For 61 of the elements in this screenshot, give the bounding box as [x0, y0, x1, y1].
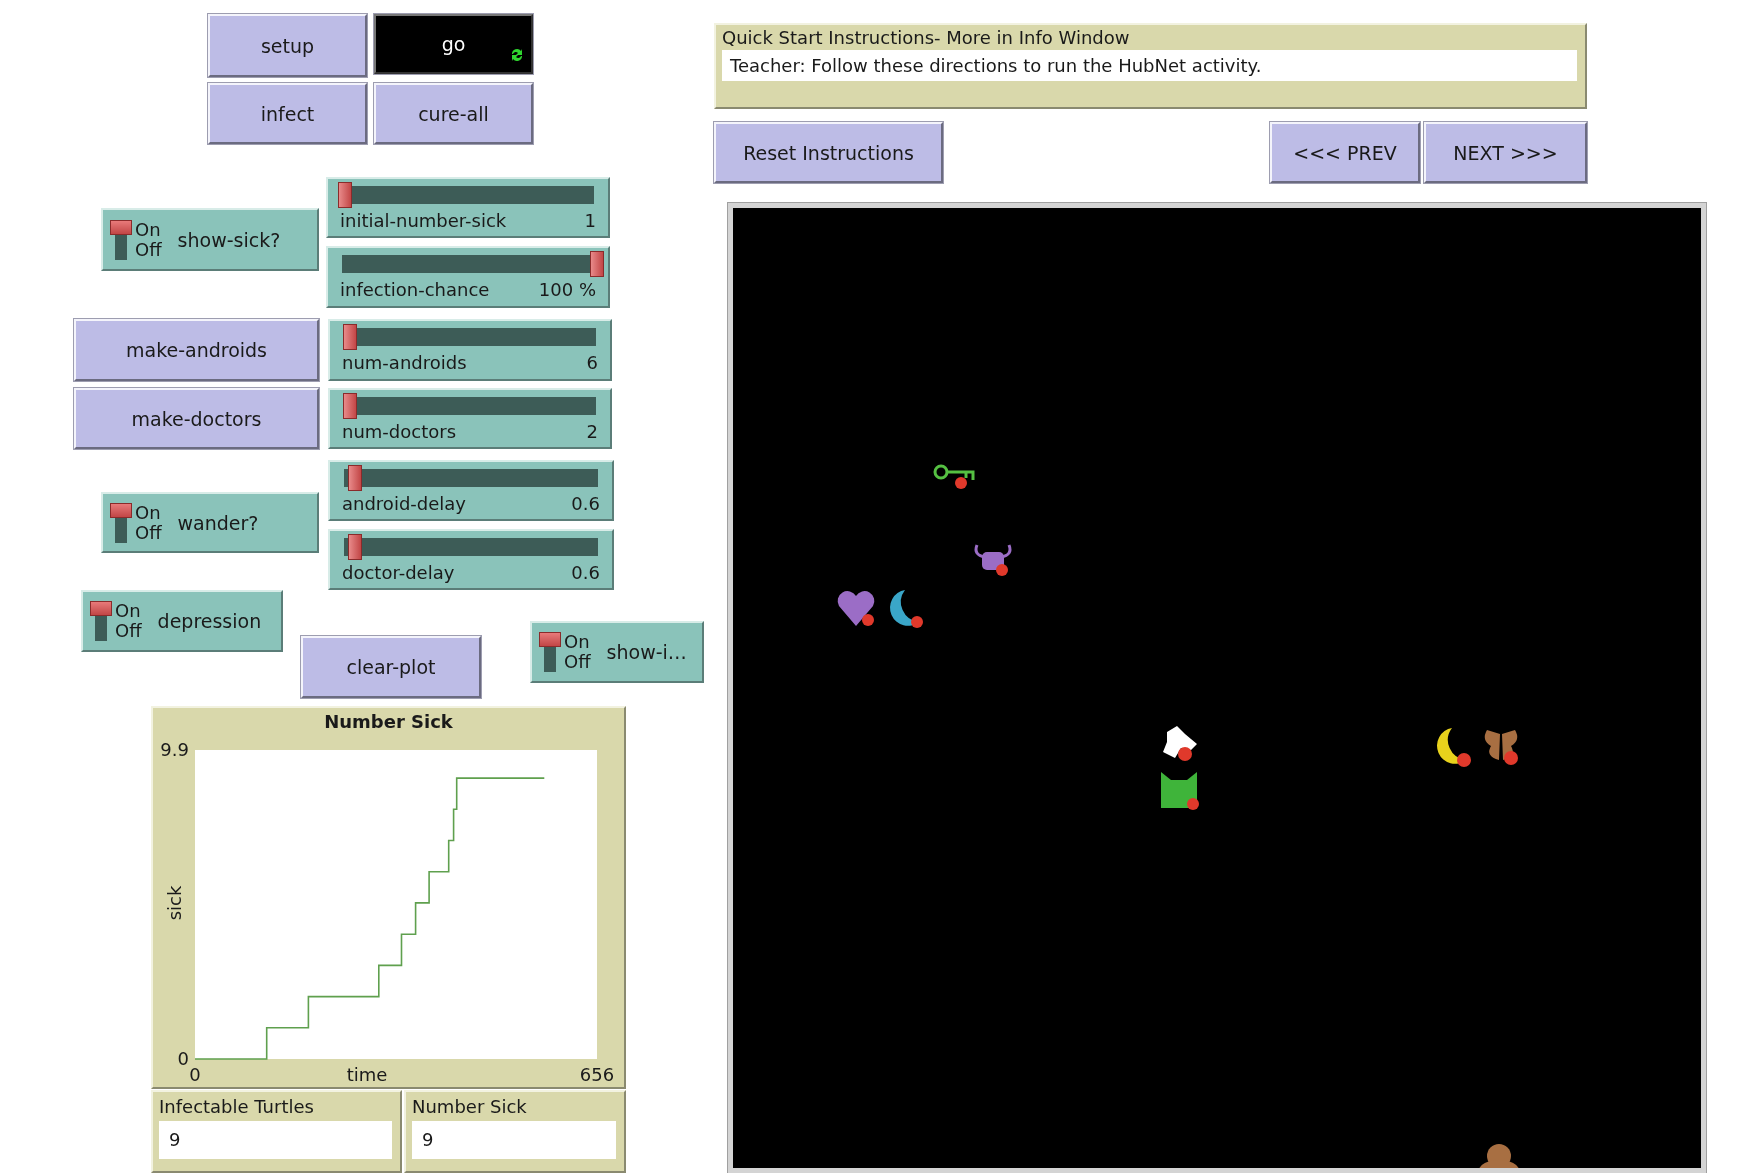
command-button[interactable]: setup — [208, 14, 367, 77]
monitor-value: 9 — [412, 1121, 616, 1159]
monitor-label: Infectable Turtles — [159, 1096, 315, 1117]
y-tick-label: 9.9 — [160, 739, 189, 760]
slider-thumb[interactable] — [338, 182, 352, 208]
slider-thumb[interactable] — [590, 251, 604, 277]
slider-label: infection-chance — [340, 279, 490, 300]
note-title: Quick Start Instructions- More in Info Window — [722, 27, 1131, 48]
slider-value: 0.6 — [571, 493, 600, 514]
slider-value: 1 — [584, 210, 596, 231]
loop-icon — [509, 46, 525, 64]
command-button[interactable]: make-androids — [74, 319, 319, 381]
slider-thumb[interactable] — [347, 534, 362, 560]
command-button[interactable]: infect — [208, 83, 367, 144]
switch-label: show-sick? — [177, 228, 281, 251]
cow-icon — [974, 543, 1012, 576]
slider-value: 0.6 — [571, 562, 600, 583]
command-button[interactable]: NEXT >>> — [1424, 122, 1587, 183]
slider-value: 6 — [586, 352, 598, 373]
slider-label: num-androids — [342, 352, 467, 373]
slider-label: doctor-delay — [342, 562, 455, 583]
slider-thumb[interactable] — [347, 465, 362, 491]
command-button[interactable]: make-doctors — [74, 388, 319, 449]
butterfly-icon — [1484, 730, 1518, 765]
slider-label: num-doctors — [342, 421, 457, 442]
off-label: Off — [564, 652, 591, 672]
switch-label: show-i… — [606, 641, 687, 663]
slider-value: 2 — [586, 421, 598, 442]
on-label: On — [115, 601, 142, 621]
on-label: On — [135, 502, 162, 523]
command-button[interactable]: cure-all — [374, 83, 533, 144]
note-text: Teacher: Follow these directions to run the HubNet activity. — [722, 50, 1577, 81]
switch-label: wander? — [177, 511, 259, 534]
slider-thumb[interactable] — [342, 324, 357, 350]
command-button[interactable]: <<< PREV — [1270, 122, 1420, 183]
crescent-moon-icon — [890, 590, 923, 628]
forever-button[interactable]: go — [374, 14, 533, 74]
y-axis-label: sick — [164, 885, 185, 921]
monitor-label: Number Sick — [412, 1096, 528, 1117]
off-label: Off — [135, 239, 162, 260]
x-tick-label: 656 — [579, 1064, 615, 1085]
slider-thumb[interactable] — [342, 393, 357, 419]
slider-label: initial-number-sick — [340, 210, 507, 231]
off-label: Off — [135, 522, 162, 543]
x-axis-label: time — [346, 1064, 388, 1085]
command-button[interactable]: Reset Instructions — [714, 122, 943, 183]
on-label: On — [135, 219, 162, 240]
plot-title: Number Sick — [323, 710, 454, 734]
key-icon — [933, 464, 975, 489]
monitor-value: 9 — [159, 1121, 392, 1159]
cat-icon — [1161, 772, 1199, 810]
off-label: Off — [115, 621, 142, 641]
slider-value: 100 % — [538, 279, 596, 300]
on-label: On — [564, 632, 591, 652]
y-tick-label: 0 — [177, 1048, 189, 1069]
command-button[interactable]: clear-plot — [301, 636, 481, 698]
heart-icon — [837, 591, 875, 626]
slider-label: android-delay — [342, 493, 466, 514]
x-tick-label: 0 — [189, 1064, 201, 1085]
switch-label: depression — [157, 610, 262, 632]
crescent-moon-icon — [1437, 728, 1471, 767]
